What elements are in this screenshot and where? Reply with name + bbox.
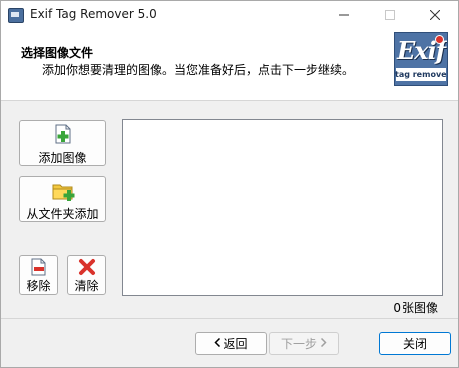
image-list[interactable] [122,119,443,296]
footer-divider [1,318,458,319]
close-icon [430,10,440,20]
app-window: Exif Tag Remover 5.0 选择图像文件 添加你想要清理的图像。当… [0,0,459,368]
chevron-right-icon [320,337,327,350]
clear-label: 清除 [74,279,99,293]
wizard-header: 选择图像文件 添加你想要清理的图像。当您准备好后，点击下一步继续。 Exif t… [1,29,458,101]
app-icon [8,8,24,23]
close-label: 关闭 [402,337,427,351]
logo-tagline: tag remover [395,70,448,79]
clear-x-icon [78,258,96,279]
minimize-icon [339,14,349,16]
page-title: 选择图像文件 [21,46,94,60]
exif-logo: Exif tag remover [394,32,448,86]
chevron-left-icon [214,337,221,350]
next-label: 下一步 [280,337,317,351]
window-title: Exif Tag Remover 5.0 [30,7,157,21]
add-folder-label: 从文件夹添加 [26,207,99,221]
image-count-value: 0 [393,301,401,315]
remove-button[interactable]: 移除 [19,255,58,295]
add-images-button[interactable]: 添加图像 [19,120,106,166]
minimize-button[interactable] [321,1,367,29]
title-bar[interactable]: Exif Tag Remover 5.0 [1,1,458,29]
add-folder-icon [52,181,76,205]
clear-button[interactable]: 清除 [67,255,106,295]
maximize-button [367,1,413,29]
page-subtitle: 添加你想要清理的图像。当您准备好后，点击下一步继续。 [42,63,355,77]
add-from-folder-button[interactable]: 从文件夹添加 [19,176,106,222]
close-button[interactable]: 关闭 [379,332,451,355]
close-window-button[interactable] [412,1,458,29]
add-file-icon [55,124,72,148]
add-images-label: 添加图像 [38,151,87,165]
image-count-unit: 张图像 [401,301,438,315]
image-count: 0张图像 [392,299,438,316]
next-button: 下一步 [269,332,339,355]
back-button[interactable]: 返回 [195,332,267,355]
logo-minus-badge [435,35,444,44]
back-label: 返回 [223,337,248,351]
maximize-icon [385,10,395,20]
remove-label: 移除 [26,279,51,293]
